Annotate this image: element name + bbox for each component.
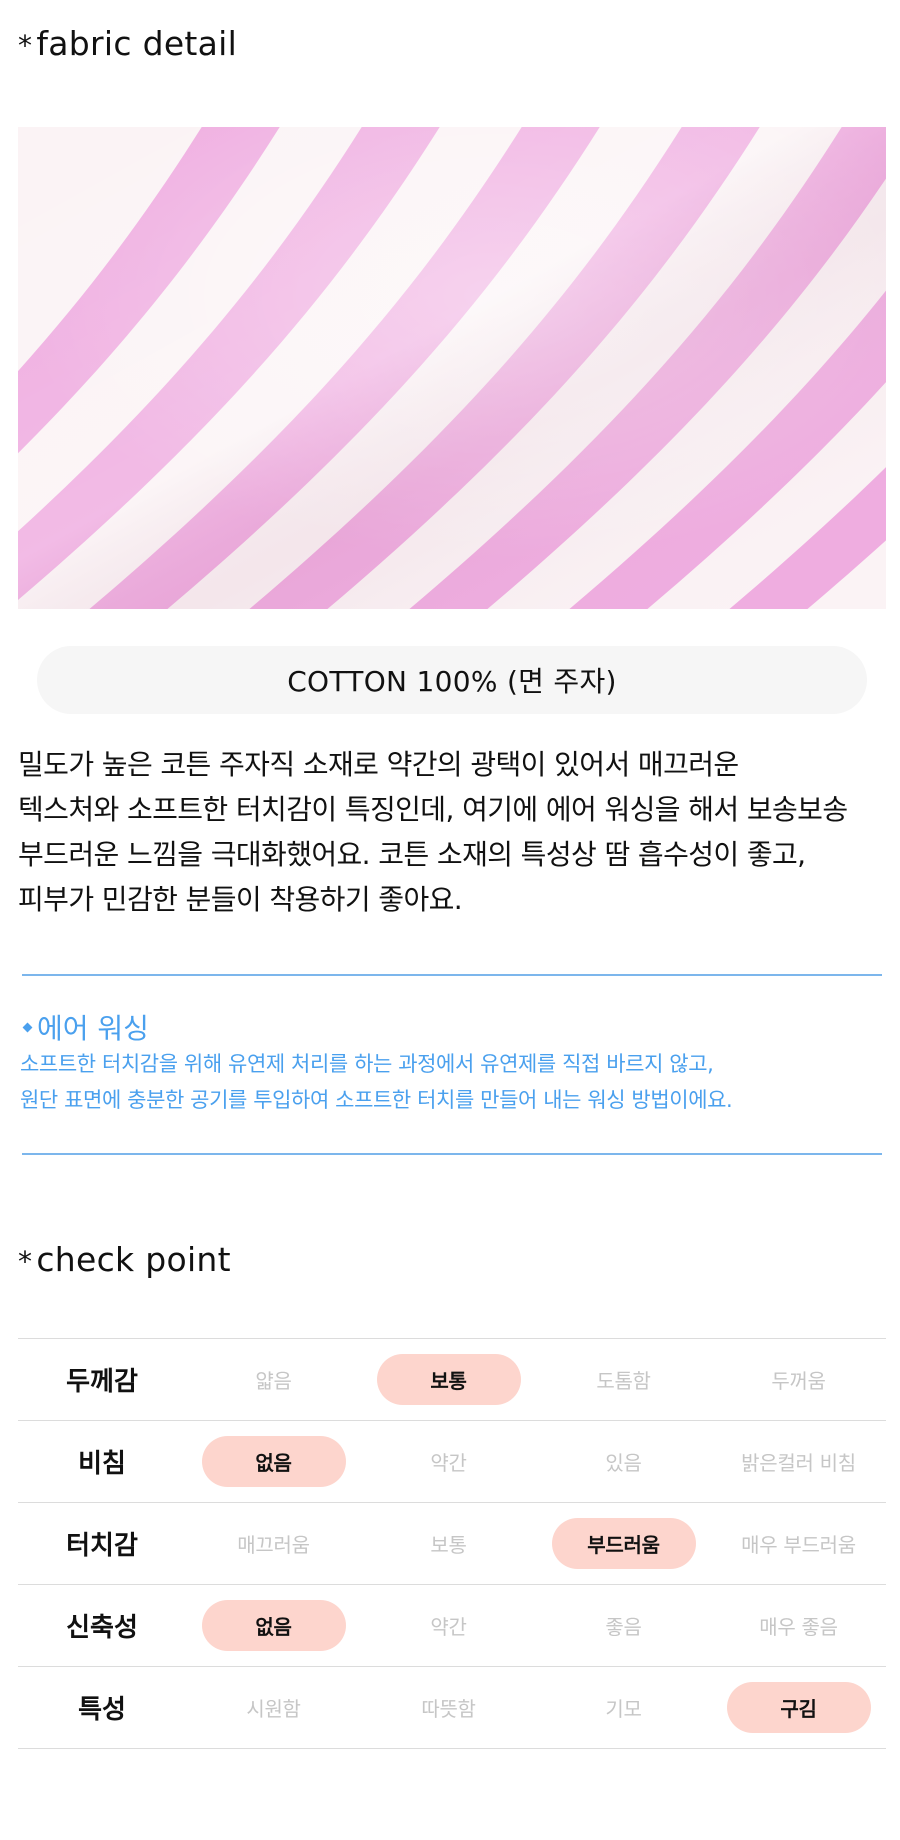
check-option-selected: 없음: [186, 1436, 361, 1487]
check-option: 보통: [361, 1518, 536, 1569]
check-option-label: 따뜻함: [421, 1697, 476, 1721]
check-row: 특성 시원함 따뜻함 기모 구김: [18, 1667, 886, 1749]
check-option-label: 없음: [201, 1600, 346, 1651]
check-option: 기모: [536, 1682, 711, 1733]
check-option: 약간: [361, 1600, 536, 1651]
check-row-label: 두께감: [66, 1367, 138, 1397]
check-option-label: 있음: [605, 1451, 642, 1475]
check-row: 신축성 없음 약간 좋음 매우 좋음: [18, 1585, 886, 1667]
check-option: 매우 좋음: [711, 1600, 886, 1651]
check-option: 두꺼움: [711, 1354, 886, 1405]
check-option: 시원함: [186, 1682, 361, 1733]
fabric-detail-heading: * fabric detail: [18, 24, 237, 63]
heading-star: *: [18, 1245, 33, 1278]
material-composition: COTTON 100% (면 주자): [37, 646, 867, 714]
check-point-table: 두께감 얇음 보통 도톰함 두꺼움 비침 없음 약간 있음 밝은컬러 비침 터치감 매끄러움 보통 부드러…: [18, 1338, 886, 1749]
air-washing-title: 에어 워싱: [20, 1007, 149, 1047]
check-option-selected: 부드러움: [536, 1518, 711, 1569]
fabric-photo: [18, 127, 886, 609]
check-row: 비침 없음 약간 있음 밝은컬러 비침: [18, 1421, 886, 1503]
check-option: 좋음: [536, 1600, 711, 1651]
check-option-label: 매우 부드러움: [741, 1533, 856, 1557]
striped-fabric-image: [18, 127, 886, 609]
air-washing-description: 소프트한 터치감을 위해 유연제 처리를 하는 과정에서 유연제를 직접 바르지…: [20, 1052, 733, 1112]
check-row-label: 비침: [78, 1449, 126, 1479]
check-row: 두께감 얇음 보통 도톰함 두꺼움: [18, 1339, 886, 1421]
check-option-label: 기모: [605, 1697, 642, 1721]
check-option-label: 밝은컬러 비침: [741, 1451, 856, 1475]
check-option-label: 매끄러움: [237, 1533, 310, 1557]
check-row: 터치감 매끄러움 보통 부드러움 매우 부드러움: [18, 1503, 886, 1585]
check-row-label: 신축성: [66, 1613, 138, 1643]
heading-star: *: [18, 29, 33, 62]
check-option-label: 시원함: [246, 1697, 301, 1721]
check-option-label: 구김: [726, 1682, 871, 1733]
check-option-label: 없음: [201, 1436, 346, 1487]
check-option-label: 두꺼움: [771, 1369, 826, 1393]
check-row-label: 터치감: [66, 1531, 138, 1561]
air-washing-title-text: 에어 워싱: [37, 1012, 149, 1045]
check-option-label: 얇음: [255, 1369, 292, 1393]
check-option-selected: 구김: [711, 1682, 886, 1733]
check-option-label: 도톰함: [596, 1369, 651, 1393]
check-point-heading: * check point: [18, 1240, 231, 1279]
check-option-label: 보통: [430, 1533, 467, 1557]
check-option: 도톰함: [536, 1354, 711, 1405]
fabric-description: 밀도가 높은 코튼 주자직 소재로 약간의 광택이 있어서 매끄러운 텍스처와 …: [18, 748, 848, 916]
check-option-selected: 보통: [361, 1354, 536, 1405]
check-option: 있음: [536, 1436, 711, 1487]
check-row-label: 특성: [78, 1695, 126, 1725]
fabric-detail-heading-text: fabric detail: [36, 24, 238, 63]
check-option-label: 보통: [376, 1354, 521, 1405]
check-option-label: 약간: [430, 1615, 467, 1639]
check-option: 매우 부드러움: [711, 1518, 886, 1569]
diamond-bullet-icon: [22, 1022, 33, 1032]
check-option: 매끄러움: [186, 1518, 361, 1569]
check-option-label: 매우 좋음: [759, 1615, 838, 1639]
check-option: 약간: [361, 1436, 536, 1487]
check-point-heading-text: check point: [36, 1240, 231, 1279]
check-option-selected: 없음: [186, 1600, 361, 1651]
check-option-label: 부드러움: [551, 1518, 696, 1569]
check-option: 밝은컬러 비침: [711, 1436, 886, 1487]
note-divider-bottom: [22, 1153, 882, 1155]
check-option: 따뜻함: [361, 1682, 536, 1733]
check-option-label: 약간: [430, 1451, 467, 1475]
note-divider-top: [22, 974, 882, 976]
check-option: 얇음: [186, 1354, 361, 1405]
check-option-label: 좋음: [605, 1615, 642, 1639]
